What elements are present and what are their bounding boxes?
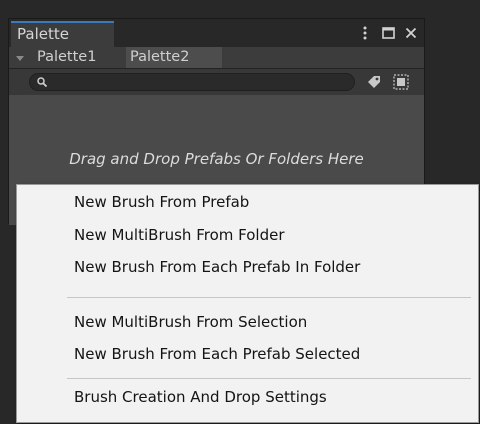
search-input[interactable] bbox=[29, 73, 355, 91]
close-icon[interactable] bbox=[404, 25, 418, 41]
menu-separator bbox=[67, 378, 471, 379]
menu-item-new-multibrush-from-selection[interactable]: New MultiBrush From Selection bbox=[18, 308, 477, 337]
palette-tab-label: Palette2 bbox=[130, 49, 190, 65]
search-icon bbox=[37, 77, 48, 88]
palette-tabs-row: Palette1 Palette2 bbox=[9, 47, 424, 69]
drop-zone-text: Drag and Drop Prefabs Or Folders Here bbox=[69, 150, 364, 168]
window-controls bbox=[358, 24, 418, 42]
palette-tab-palette2[interactable]: Palette2 bbox=[126, 47, 222, 68]
menu-item-new-brush-from-prefab[interactable]: New Brush From Prefab bbox=[18, 188, 477, 217]
tag-icon[interactable] bbox=[364, 73, 384, 91]
menu-item-brush-creation-and-drop-settings[interactable]: Brush Creation And Drop Settings bbox=[18, 383, 477, 412]
window-titlebar: Palette bbox=[9, 19, 424, 47]
search-row bbox=[9, 69, 424, 95]
menu-item-new-brush-from-each-prefab-in-folder[interactable]: New Brush From Each Prefab In Folder bbox=[18, 253, 477, 282]
dropdown-arrow-icon[interactable] bbox=[13, 52, 27, 64]
kebab-menu-icon[interactable] bbox=[358, 25, 372, 41]
maximize-icon[interactable] bbox=[381, 25, 395, 41]
palette-tab-label: Palette1 bbox=[37, 49, 97, 65]
menu-separator bbox=[67, 297, 471, 298]
menu-item-new-brush-from-each-prefab-selected[interactable]: New Brush From Each Prefab Selected bbox=[18, 340, 477, 369]
selection-frame-icon[interactable] bbox=[391, 73, 411, 91]
palette-tab-palette1[interactable]: Palette1 bbox=[33, 47, 125, 68]
app-root: Palette Palette1 Palette2 Drag and Drop … bbox=[0, 0, 480, 424]
context-menu: New Brush From Prefab New MultiBrush Fro… bbox=[16, 184, 479, 423]
window-tab-label: Palette bbox=[17, 25, 69, 43]
window-tab-palette[interactable]: Palette bbox=[11, 21, 114, 47]
menu-item-new-multibrush-from-folder[interactable]: New MultiBrush From Folder bbox=[18, 221, 477, 250]
